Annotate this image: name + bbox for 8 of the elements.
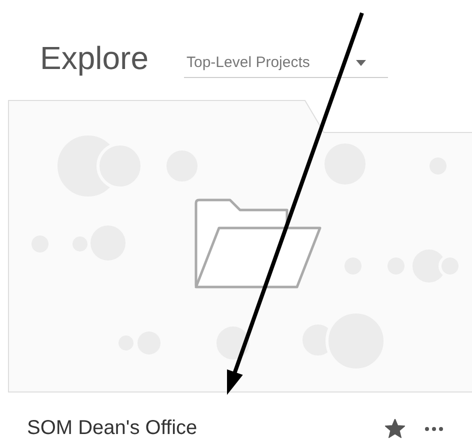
project-name[interactable]: SOM Dean's Office bbox=[27, 417, 385, 440]
project-filter-dropdown[interactable]: Top-Level Projects bbox=[184, 54, 388, 78]
page-title: Explore bbox=[40, 39, 148, 78]
dropdown-value: Top-Level Projects bbox=[186, 54, 310, 71]
folder-icon bbox=[194, 198, 322, 288]
more-icon[interactable] bbox=[425, 426, 443, 430]
caret-icon bbox=[356, 60, 366, 66]
star-icon[interactable] bbox=[385, 419, 405, 438]
